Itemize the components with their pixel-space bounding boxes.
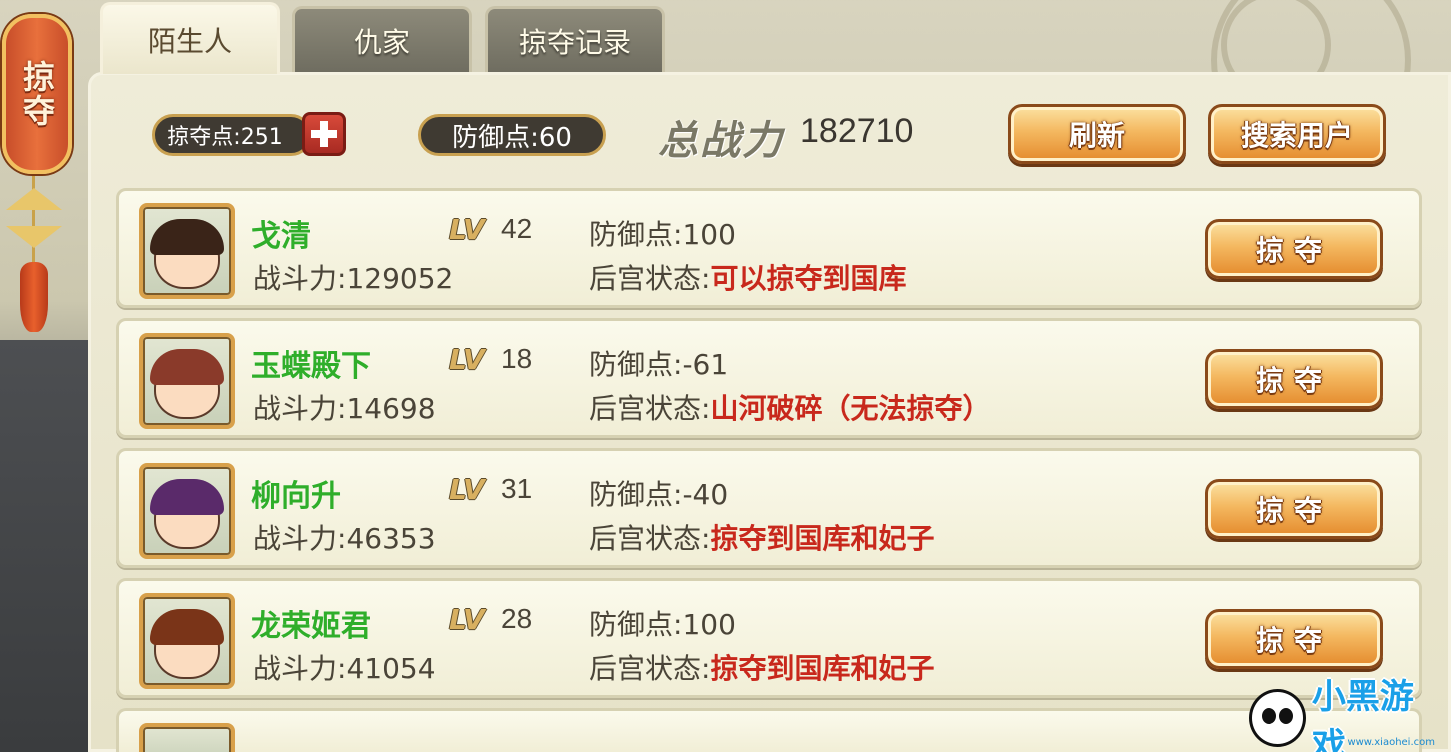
player-name[interactable]: 玉蝶殿下 — [251, 341, 371, 385]
search-user-button[interactable]: 搜索用户 — [1208, 104, 1386, 164]
defense-value: 100 — [682, 608, 736, 641]
rob-points-text: 掠夺点:251 — [167, 125, 283, 150]
combat-label: 战斗力: — [253, 652, 347, 685]
player-level: 42 — [501, 213, 533, 244]
combat-label: 战斗力: — [253, 522, 347, 555]
level-tag: LV — [449, 343, 485, 376]
player-avatar[interactable] — [139, 203, 235, 299]
player-defense: 防御点:-40 — [589, 473, 728, 513]
player-level: 31 — [501, 473, 533, 504]
player-harem-status: 后宫状态:山河破碎（无法掠夺） — [589, 387, 990, 427]
defense-points-display: 防御点:60 — [418, 114, 606, 156]
left-background-strip — [0, 340, 95, 752]
tab-label: 仇家 — [353, 25, 410, 59]
arrow-down-icon — [6, 226, 62, 248]
player-combat-power: 战斗力:14698 — [253, 387, 436, 427]
watermark-url: www.xiaohei.com — [1347, 737, 1435, 748]
rob-button[interactable]: 掠夺 — [1205, 479, 1383, 539]
defense-value: -61 — [682, 348, 729, 381]
status-label: 后宫状态: — [589, 522, 711, 555]
rob-button[interactable]: 掠夺 — [1205, 219, 1383, 279]
player-name[interactable]: 柳向升 — [251, 471, 341, 515]
defense-points-text: 防御点:60 — [452, 122, 572, 153]
player-level: 28 — [501, 603, 533, 634]
player-combat-power: 战斗力:41054 — [253, 647, 436, 687]
combat-value: 41054 — [346, 652, 436, 685]
add-rob-points-button[interactable] — [302, 112, 346, 156]
player-avatar[interactable] — [139, 593, 235, 689]
player-avatar[interactable] — [139, 463, 235, 559]
status-label: 后宫状态: — [589, 262, 711, 295]
tassel-ornament-icon — [20, 262, 48, 332]
combat-label: 战斗力: — [253, 262, 347, 295]
side-banner-rob[interactable]: 掠夺 — [2, 14, 72, 174]
tab-strangers[interactable]: 陌生人 — [100, 2, 280, 74]
player-row: 玉蝶殿下 LV 18 战斗力:14698 防御点:-61 后宫状态:山河破碎（无… — [116, 318, 1422, 438]
player-row: 龙荣姬君 LV 28 战斗力:41054 防御点:100 后宫状态:掠夺到国库和… — [116, 578, 1422, 698]
tab-rob-records[interactable]: 掠夺记录 — [485, 6, 665, 72]
side-banner-label: 掠夺 — [18, 60, 56, 128]
tab-label: 掠夺记录 — [518, 25, 631, 59]
player-defense: 防御点:-61 — [589, 343, 728, 383]
defense-value: -40 — [682, 478, 729, 511]
level-tag: LV — [449, 473, 485, 506]
player-avatar[interactable] — [139, 723, 235, 752]
player-combat-power: 战斗力:46353 — [253, 517, 436, 557]
player-harem-status: 后宫状态:掠夺到国库和妃子 — [589, 517, 934, 557]
refresh-button[interactable]: 刷新 — [1008, 104, 1186, 164]
player-harem-status: 后宫状态:可以掠夺到国库 — [589, 257, 906, 297]
tab-enemies[interactable]: 仇家 — [292, 6, 472, 72]
player-defense: 防御点:100 — [589, 603, 736, 643]
status-value: 掠夺到国库和妃子 — [710, 522, 935, 555]
combat-label: 战斗力: — [253, 392, 347, 425]
status-label: 后宫状态: — [589, 652, 711, 685]
level-tag: LV — [449, 213, 485, 246]
player-avatar[interactable] — [139, 333, 235, 429]
status-value: 山河破碎（无法掠夺） — [710, 392, 991, 425]
defense-label: 防御点: — [589, 478, 683, 511]
panda-logo-icon — [1249, 689, 1306, 747]
status-label: 后宫状态: — [589, 392, 711, 425]
player-row: 柳向升 LV 31 战斗力:46353 防御点:-40 后宫状态:掠夺到国库和妃… — [116, 448, 1422, 568]
total-power-label: 总战力 — [658, 118, 784, 164]
tab-label: 陌生人 — [147, 24, 232, 58]
player-name[interactable]: 龙荣姬君 — [251, 601, 371, 645]
rob-button[interactable]: 掠夺 — [1205, 349, 1383, 409]
status-value: 可以掠夺到国库 — [710, 262, 907, 295]
defense-value: 100 — [682, 218, 736, 251]
combat-value: 46353 — [346, 522, 436, 555]
level-tag: LV — [449, 603, 485, 636]
player-level: 18 — [501, 343, 533, 374]
defense-label: 防御点: — [589, 348, 683, 381]
rob-button[interactable]: 掠夺 — [1205, 609, 1383, 669]
defense-label: 防御点: — [589, 218, 683, 251]
player-name[interactable]: 戈清 — [251, 211, 311, 255]
player-combat-power: 战斗力:129052 — [253, 257, 453, 297]
player-defense: 防御点:100 — [589, 213, 736, 253]
status-value: 掠夺到国库和妃子 — [710, 652, 935, 685]
player-row-partial — [116, 708, 1422, 752]
combat-value: 129052 — [346, 262, 454, 295]
player-harem-status: 后宫状态:掠夺到国库和妃子 — [589, 647, 934, 687]
player-row: 戈清 LV 42 战斗力:129052 防御点:100 后宫状态:可以掠夺到国库… — [116, 188, 1422, 308]
combat-value: 14698 — [346, 392, 436, 425]
defense-label: 防御点: — [589, 608, 683, 641]
total-power-value: 182710 — [800, 112, 914, 150]
site-watermark: 小黑游戏 www.xiaohei.com — [1249, 677, 1445, 752]
rob-points-display: 掠夺点:251 — [152, 114, 312, 156]
arrow-up-icon — [6, 188, 62, 210]
